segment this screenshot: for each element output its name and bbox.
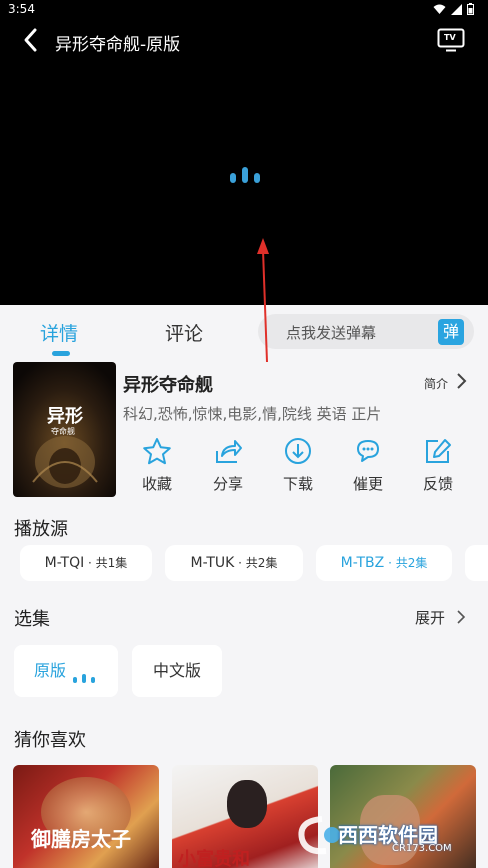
intro-link[interactable]: 简介 [424,375,448,392]
favorite-label: 收藏 [141,475,172,493]
share-button[interactable]: 分享 [203,437,253,494]
recommend-card[interactable]: 御膳房太子 [13,765,159,868]
episode-item[interactable]: 中文版 [132,645,222,697]
source-name: M-TBZ [340,555,385,571]
urge-button[interactable]: 催更 [343,437,393,494]
expand-link[interactable]: 展开 [415,607,445,628]
danmu-input[interactable]: 点我发送弹幕 弹 [258,314,474,349]
download-icon [285,438,311,464]
chevron-right-icon[interactable] [456,609,466,625]
favorite-button[interactable]: 收藏 [132,437,182,494]
video-player[interactable]: 3:54 异形夺命舰-原版 TV [0,0,488,305]
card-caption: 御膳房太子 [31,827,131,851]
loading-indicator [230,167,260,183]
source-count: · 共2集 [384,556,428,570]
recommend-title: 猜你喜欢 [14,730,86,751]
chevron-right-icon[interactable] [455,372,467,390]
source-count: · 共2集 [234,556,278,570]
episode-item-active[interactable]: 原版 [14,645,118,697]
share-icon [216,440,242,463]
status-icons [433,3,474,15]
movie-name: 异形夺命舰 [123,375,213,396]
wifi-icon [433,4,446,14]
status-bar: 3:54 [0,0,488,20]
source-item[interactable]: M-TUK · 共2集 [165,545,303,581]
feedback-label: 反馈 [422,475,453,493]
movie-poster[interactable]: 异形 夺命舰 [13,362,116,497]
annotation-arrow [257,238,269,363]
tv-label: TV [444,33,456,42]
source-name: M-TQI [44,555,85,571]
watermark-sub: CR173.COM [392,843,452,854]
tab-detail[interactable]: 详情 [40,319,78,346]
source-name: M-TUK [190,555,235,571]
danmu-placeholder: 点我发送弹幕 [286,324,377,342]
card-caption: 小富贵和 [178,849,250,868]
feedback-icon [426,439,451,463]
movie-tags: 科幻,恐怖,惊悚,电影,情,院线 英语 正片 [123,405,382,423]
episode-label: 中文版 [152,661,201,680]
urge-label: 催更 [352,475,383,493]
tv-cast-button[interactable]: TV [437,28,465,52]
detail-sheet: 详情 评论 点我发送弹幕 弹 异形 夺命舰 异形夺命舰 简介 科幻,恐怖,惊悚,… [0,305,488,868]
battery-icon [467,3,474,15]
source-item-partial[interactable] [465,545,488,581]
source-item[interactable]: M-TQI · 共1集 [20,545,152,581]
poster-subtitle: 夺命舰 [51,427,75,436]
card-art [227,780,267,828]
source-item-active[interactable]: M-TBZ · 共2集 [316,545,452,581]
status-time: 3:54 [8,2,35,16]
playing-icon [73,674,95,683]
back-icon[interactable] [20,26,44,54]
sources-title: 播放源 [14,519,68,540]
poster-title: 异形 [47,406,83,427]
episode-label: 原版 [34,661,67,680]
source-count: · 共1集 [84,556,128,570]
danmu-send-button[interactable]: 弹 [438,319,464,345]
share-label: 分享 [212,475,243,493]
video-title: 异形夺命舰-原版 [55,35,181,55]
signal-icon [451,3,462,15]
download-label: 下载 [282,475,313,493]
star-icon [143,438,171,465]
download-button[interactable]: 下载 [273,437,323,494]
urge-icon [357,440,379,462]
feedback-button[interactable]: 反馈 [413,437,463,494]
action-bar: 收藏 分享 下载 催更 反馈 [123,437,473,497]
watermark-logo: 西西软件园 CR173.COM [292,815,472,857]
app-root: 3:54 异形夺命舰-原版 TV 详情 评论 点我发送弹幕 弹 异形 夺命舰 异… [0,0,488,868]
episodes-title: 选集 [14,609,50,630]
tab-indicator [52,351,70,356]
tab-comment[interactable]: 评论 [165,319,203,346]
